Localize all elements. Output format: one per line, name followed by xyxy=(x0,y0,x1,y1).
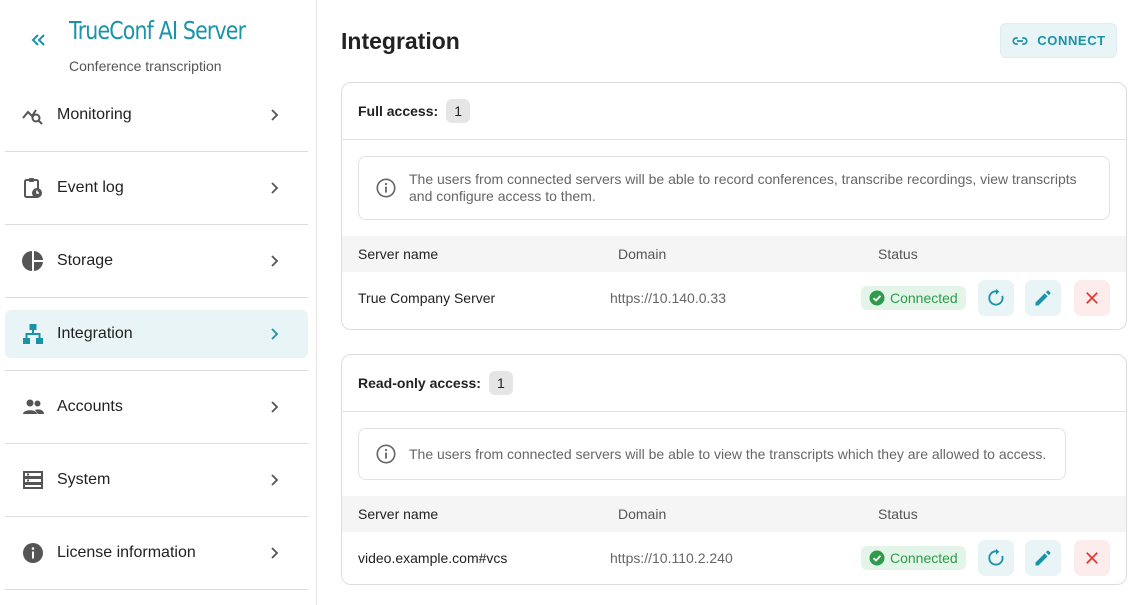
info-box: The users from connected servers will be… xyxy=(358,156,1110,220)
storage-icon xyxy=(21,249,45,273)
sidebar-item-accounts[interactable]: Accounts xyxy=(5,371,308,444)
check-circle-icon xyxy=(869,290,885,306)
sidebar-item-integration[interactable]: Integration xyxy=(5,298,308,371)
edit-button[interactable] xyxy=(1025,280,1061,316)
brand-subtitle: Conference transcription xyxy=(69,58,222,74)
info-text: The users from connected servers will be… xyxy=(409,445,1047,462)
sidebar-item-event-log[interactable]: Event log xyxy=(5,152,308,225)
column-server-name: Server name xyxy=(358,246,439,262)
brand-title: TrueConf AI Server xyxy=(69,16,246,45)
connect-button[interactable]: CONNECT xyxy=(1000,23,1117,58)
chevron-right-icon xyxy=(262,249,286,273)
edit-button[interactable] xyxy=(1025,540,1061,576)
section-title: Full access: xyxy=(358,103,439,119)
server-name: video.example.com#vcs xyxy=(358,550,508,566)
delete-button[interactable] xyxy=(1074,280,1110,316)
reconnect-button[interactable] xyxy=(978,540,1014,576)
full-access-card: Full access: 1 The users from connected … xyxy=(341,82,1127,330)
chevron-right-icon xyxy=(262,103,286,127)
delete-button[interactable] xyxy=(1074,540,1110,576)
status-badge: Connected xyxy=(861,286,966,310)
read-only-access-card: Read-only access: 1 The users from conne… xyxy=(341,354,1127,585)
sidebar-item-license-information[interactable]: License information xyxy=(5,517,308,590)
column-server-name: Server name xyxy=(358,506,439,522)
count-badge: 1 xyxy=(446,99,471,123)
info-icon xyxy=(21,541,45,565)
close-icon xyxy=(1086,552,1098,564)
chevron-right-icon xyxy=(262,541,286,565)
sidebar-item-label: License information xyxy=(57,544,196,561)
status-text: Connected xyxy=(890,550,958,566)
pencil-icon xyxy=(1035,550,1051,566)
sidebar-item-label: Event log xyxy=(57,179,124,196)
status-badge: Connected xyxy=(861,546,966,570)
accounts-icon xyxy=(21,395,45,419)
column-domain: Domain xyxy=(618,246,667,262)
double-chevron-left-icon xyxy=(31,34,45,46)
link-icon xyxy=(1012,36,1028,45)
table-header: Server name Domain Status xyxy=(342,236,1126,272)
table-row: True Company Server https://10.140.0.33 … xyxy=(342,272,1126,324)
column-domain: Domain xyxy=(618,506,667,522)
system-icon xyxy=(21,468,45,492)
section-title: Read-only access: xyxy=(358,375,481,391)
info-outline-icon xyxy=(376,178,396,198)
refresh-icon xyxy=(988,548,1004,566)
reconnect-button[interactable] xyxy=(978,280,1014,316)
status-text: Connected xyxy=(890,290,958,306)
check-circle-icon xyxy=(869,550,885,566)
sidebar-item-label: System xyxy=(57,471,111,488)
sidebar-item-label: Monitoring xyxy=(57,106,132,123)
column-status: Status xyxy=(878,246,918,262)
event-log-icon xyxy=(21,176,45,200)
info-box: The users from connected servers will be… xyxy=(358,428,1066,480)
connect-button-label: CONNECT xyxy=(1037,33,1106,48)
page-title: Integration xyxy=(341,28,460,54)
collapse-sidebar-button[interactable] xyxy=(24,26,52,54)
server-domain: https://10.110.2.240 xyxy=(610,550,733,566)
sidebar-nav: Monitoring Event log Storage Integration… xyxy=(5,79,308,590)
main-content: Integration CONNECT Full access: 1 The u… xyxy=(318,0,1138,605)
sidebar-item-label: Accounts xyxy=(57,398,123,415)
column-status: Status xyxy=(878,506,918,522)
sidebar-item-monitoring[interactable]: Monitoring xyxy=(5,79,308,152)
count-badge: 1 xyxy=(488,371,513,395)
table-row: video.example.com#vcs https://10.110.2.2… xyxy=(342,532,1126,584)
sidebar-item-system[interactable]: System xyxy=(5,444,308,517)
refresh-icon xyxy=(988,288,1004,306)
chevron-right-icon xyxy=(262,176,286,200)
chevron-right-icon xyxy=(262,322,286,346)
chevron-right-icon xyxy=(262,468,286,492)
chevron-right-icon xyxy=(262,395,286,419)
sidebar-item-label: Storage xyxy=(57,252,114,269)
sidebar-item-label: Integration xyxy=(57,325,133,342)
sidebar: TrueConf AI Server Conference transcript… xyxy=(0,0,317,605)
server-domain: https://10.140.0.33 xyxy=(610,290,726,306)
table-header: Server name Domain Status xyxy=(342,496,1126,532)
pencil-icon xyxy=(1035,290,1051,306)
sidebar-item-storage[interactable]: Storage xyxy=(5,225,308,298)
integration-icon xyxy=(21,322,45,346)
monitoring-icon xyxy=(21,103,45,127)
info-outline-icon xyxy=(376,444,396,464)
close-icon xyxy=(1086,292,1098,304)
server-name: True Company Server xyxy=(358,290,496,306)
info-text: The users from connected servers will be… xyxy=(409,171,1077,204)
